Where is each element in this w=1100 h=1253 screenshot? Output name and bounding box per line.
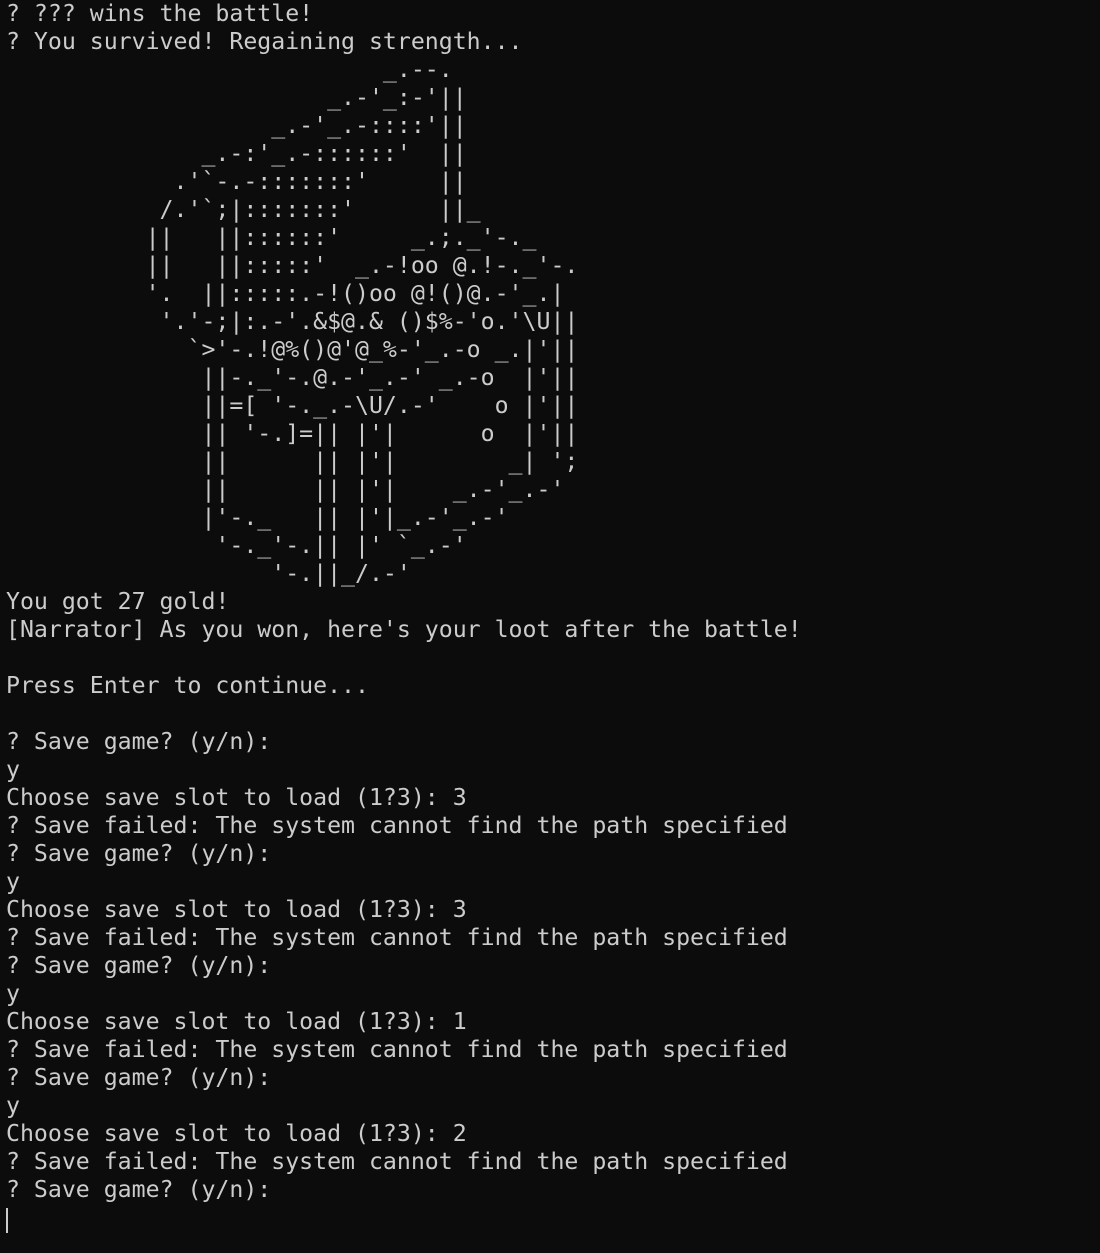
ascii-art-line: _.-:'_.-::::::' ||: [6, 140, 467, 167]
ascii-art-line: || || |'| _.-'_.-': [6, 476, 565, 503]
narrator-line: [Narrator] As you won, here's your loot …: [6, 616, 802, 643]
slot-choice-line: Choose save slot to load (1?3): 2: [6, 1120, 467, 1147]
slot-choice-line: Choose save slot to load (1?3): 3: [6, 784, 467, 811]
ascii-art-line: |'-._ || |'|_.-'_.-': [6, 504, 509, 531]
save-prompt-line: ? Save game? (y/n):: [6, 840, 272, 867]
ascii-art-line: || || |'| _| ';: [6, 448, 579, 475]
user-input-line: y: [6, 756, 20, 783]
save-prompt-line: ? Save game? (y/n):: [6, 1064, 272, 1091]
ascii-art-line: '. ||:::::.-!()oo @!()@.-'_.|: [6, 280, 565, 307]
ascii-art-line: '-.||_/.-': [6, 560, 411, 587]
user-input-line: y: [6, 980, 20, 1007]
save-error-line: ? Save failed: The system cannot find th…: [6, 1036, 788, 1063]
save-error-line: ? Save failed: The system cannot find th…: [6, 924, 788, 951]
slot-choice-line: Choose save slot to load (1?3): 3: [6, 896, 467, 923]
slot-choice-line: Choose save slot to load (1?3): 1: [6, 1008, 467, 1035]
gold-line: You got 27 gold!: [6, 588, 230, 615]
save-error-line: ? Save failed: The system cannot find th…: [6, 1148, 788, 1175]
ascii-art-line: _.-'_.-::::'||: [6, 112, 467, 139]
user-input-line: y: [6, 1092, 20, 1119]
battle-result-line: ? ??? wins the battle!: [6, 0, 314, 27]
ascii-art-line: ||=[ '-._.-\U/.-' o |'||: [6, 392, 579, 419]
ascii-art-line: '.'-;|:.-'.&$@.& ()$%-'o.'\U||: [6, 308, 579, 335]
ascii-art-helmet: _.--. _.-'_:-'|| _.-'_.-::::'|| _.-:'_.-…: [6, 56, 1096, 588]
ascii-art-line: || ||:::::' _.-!oo @.!-._'-.: [6, 252, 579, 279]
survived-line: ? You survived! Regaining strength...: [6, 28, 523, 55]
ascii-art-line: _.--.: [6, 56, 453, 83]
press-enter-prompt: Press Enter to continue...: [6, 672, 369, 699]
ascii-art-line: /.'`;|:::::::' ||_: [6, 196, 481, 223]
terminal-output: ? ??? wins the battle! ? You survived! R…: [6, 0, 1096, 1204]
ascii-art-line: || ||::::::' _.;._'-._: [6, 224, 537, 251]
save-prompt-line: ? Save game? (y/n):: [6, 1176, 272, 1203]
user-input-line: y: [6, 868, 20, 895]
text-cursor[interactable]: [6, 1208, 8, 1233]
save-prompt-line: ? Save game? (y/n):: [6, 952, 272, 979]
ascii-art-line: ||-._'-.@.-'_.-' _.-o |'||: [6, 364, 579, 391]
ascii-art-line: '-._'-.|| |' `_.-': [6, 532, 467, 559]
ascii-art-line: _.-'_:-'||: [6, 84, 467, 111]
ascii-art-line: || '-.]=|| |'| o |'||: [6, 420, 579, 447]
ascii-art-line: .'`-.-:::::::' ||: [6, 168, 467, 195]
save-prompt-line: ? Save game? (y/n):: [6, 728, 272, 755]
ascii-art-line: `>'-.!@%()@'@_%-'_.-o _.|'||: [6, 336, 579, 363]
save-error-line: ? Save failed: The system cannot find th…: [6, 812, 788, 839]
